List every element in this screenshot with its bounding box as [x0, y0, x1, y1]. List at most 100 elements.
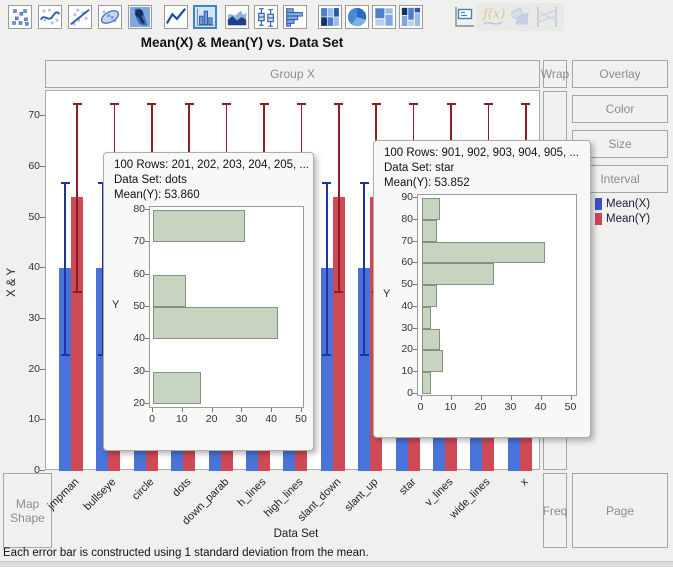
toolbar-heatmap-icon[interactable]	[318, 5, 342, 29]
tooltip-text-line: Data Set: star	[384, 162, 454, 174]
error-cap-top-mean-y-star	[409, 103, 418, 105]
toolbar-area-icon[interactable]	[225, 5, 249, 29]
toolbar-mosaic-icon[interactable]	[399, 5, 423, 29]
hist-y-tick-label: 80	[123, 203, 145, 215]
hist-y-tick-label: 10	[391, 365, 413, 377]
hist-bar-40-50	[422, 285, 437, 307]
drop-zone-page[interactable]: Page	[572, 473, 668, 548]
legend: Mean(X)Mean(Y)	[595, 197, 671, 231]
drop-zone-color[interactable]: Color	[572, 95, 668, 123]
error-bar-note: Each error bar is constructed using 1 st…	[3, 547, 369, 559]
hist-bar-30-40	[422, 307, 431, 329]
hist-y-tick-mark	[145, 371, 149, 372]
y-tick-mark	[40, 115, 45, 116]
hist-y-tick-label: 20	[123, 397, 145, 409]
y-tick-label: 10	[12, 413, 40, 425]
hist-y-tick-label: 50	[123, 300, 145, 312]
hist-y-tick-label: 70	[391, 235, 413, 247]
y-tick-label: 20	[12, 363, 40, 375]
hist-bar-50-60	[153, 275, 186, 307]
toolbar-map-shapes-icon	[508, 5, 532, 29]
legend-swatch	[595, 198, 602, 210]
hist-y-tick-label: 50	[391, 278, 413, 290]
hist-x-tick-label: 30	[500, 401, 522, 413]
hist-y-tick-label: 40	[123, 332, 145, 344]
hist-x-tick-label: 10	[171, 413, 193, 425]
legend-item-0[interactable]: Mean(X)	[595, 197, 650, 211]
error-bar-mean-x-slant_down	[326, 182, 328, 354]
hist-bar-70-80	[153, 210, 245, 242]
error-cap-top-mean-y-down_parab	[222, 103, 231, 105]
hist-x-tick-mark	[182, 408, 183, 412]
toolbar-line-of-fit-icon[interactable]	[68, 5, 92, 29]
drop-zone-group-x[interactable]: Group X	[45, 60, 540, 88]
hist-y-tick-mark	[413, 328, 417, 329]
hist-y-tick-label: 20	[391, 343, 413, 355]
toolbar-bar-icon[interactable]	[193, 5, 217, 29]
error-cap-top-mean-y-high_lines	[297, 103, 306, 105]
error-bar-mean-y-jmpman	[76, 103, 78, 291]
tooltip-text-line: Mean(Y): 53.852	[384, 177, 470, 189]
error-cap-bottom-mean-x-slant_down	[322, 354, 331, 356]
hist-y-tick-label: 30	[391, 322, 413, 334]
hist-y-tick-label: 80	[391, 213, 413, 225]
hist-x-tick-mark	[511, 396, 512, 400]
error-cap-top-mean-y-h_lines	[260, 103, 269, 105]
hist-y-tick-mark	[413, 284, 417, 285]
tooltip-histogram-frame	[149, 206, 304, 408]
legend-item-1[interactable]: Mean(Y)	[595, 212, 650, 226]
toolbar-pie-icon[interactable]	[345, 5, 369, 29]
y-tick-mark	[40, 470, 45, 471]
toolbar-contour-icon[interactable]	[128, 5, 152, 29]
drop-zone-overlay[interactable]: Overlay	[572, 60, 668, 88]
toolbar-points-icon[interactable]	[8, 5, 32, 29]
toolbar-smoother-icon[interactable]	[38, 5, 62, 29]
toolbar-histogram-icon[interactable]	[283, 5, 307, 29]
y-tick-label: 50	[12, 211, 40, 223]
hist-x-tick-mark	[451, 396, 452, 400]
y-tick-mark	[40, 217, 45, 218]
hist-x-tick-label: 0	[410, 401, 432, 413]
hist-x-tick-label: 50	[560, 401, 582, 413]
tooltip-text-line: Data Set: dots	[114, 174, 187, 186]
toolbar-treemap-icon[interactable]	[372, 5, 396, 29]
hist-x-tick-label: 40	[260, 413, 282, 425]
drop-zone-freq[interactable]: Freq	[543, 473, 567, 548]
hist-bar-60-70	[422, 242, 545, 264]
hist-x-tick-mark	[541, 396, 542, 400]
toolbar-box-plot-icon[interactable]	[254, 5, 278, 29]
toolbar-caption-box-icon[interactable]	[452, 5, 476, 29]
hist-y-tick-mark	[413, 393, 417, 394]
y-tick-label: 60	[12, 160, 40, 172]
toolbar-ellipse-icon[interactable]	[98, 5, 122, 29]
hist-y-tick-mark	[413, 306, 417, 307]
svg-text:f(x): f(x)	[482, 7, 505, 22]
hist-y-tick-mark	[145, 403, 149, 404]
hist-y-axis-name: Y	[383, 288, 390, 300]
toolbar-line-icon[interactable]	[164, 5, 188, 29]
hist-x-tick-mark	[212, 408, 213, 412]
hist-y-tick-label: 30	[123, 365, 145, 377]
tooltip-text-line: 100 Rows: 901, 902, 903, 904, 905, ...	[384, 147, 579, 159]
hist-x-tick-label: 30	[230, 413, 252, 425]
y-tick-label: 70	[12, 109, 40, 121]
hist-bar-20-30	[422, 329, 440, 351]
hist-y-tick-label: 90	[391, 191, 413, 203]
drop-zone-group-x-label: Group X	[270, 67, 315, 81]
drop-zone-size-label: Size	[608, 137, 631, 151]
y-tick-label: 0	[12, 464, 40, 476]
hist-y-tick-label: 70	[123, 235, 145, 247]
error-cap-top-mean-y-bullseye	[110, 103, 119, 105]
error-cap-bottom-mean-y-jmpman	[73, 291, 82, 293]
error-cap-top-mean-x-slant_down	[322, 182, 331, 184]
error-bar-mean-x-jmpman	[64, 182, 66, 354]
hist-y-tick-label: 60	[391, 256, 413, 268]
hist-x-tick-mark	[301, 408, 302, 412]
drop-zone-wrap[interactable]: Wrap	[543, 60, 567, 88]
hist-y-tick-mark	[145, 338, 149, 339]
error-cap-bottom-mean-x-slant_up	[360, 354, 369, 356]
error-cap-top-mean-y-circle	[147, 103, 156, 105]
hist-y-tick-mark	[145, 274, 149, 275]
hist-y-tick-mark	[413, 197, 417, 198]
hist-x-tick-label: 0	[141, 413, 163, 425]
